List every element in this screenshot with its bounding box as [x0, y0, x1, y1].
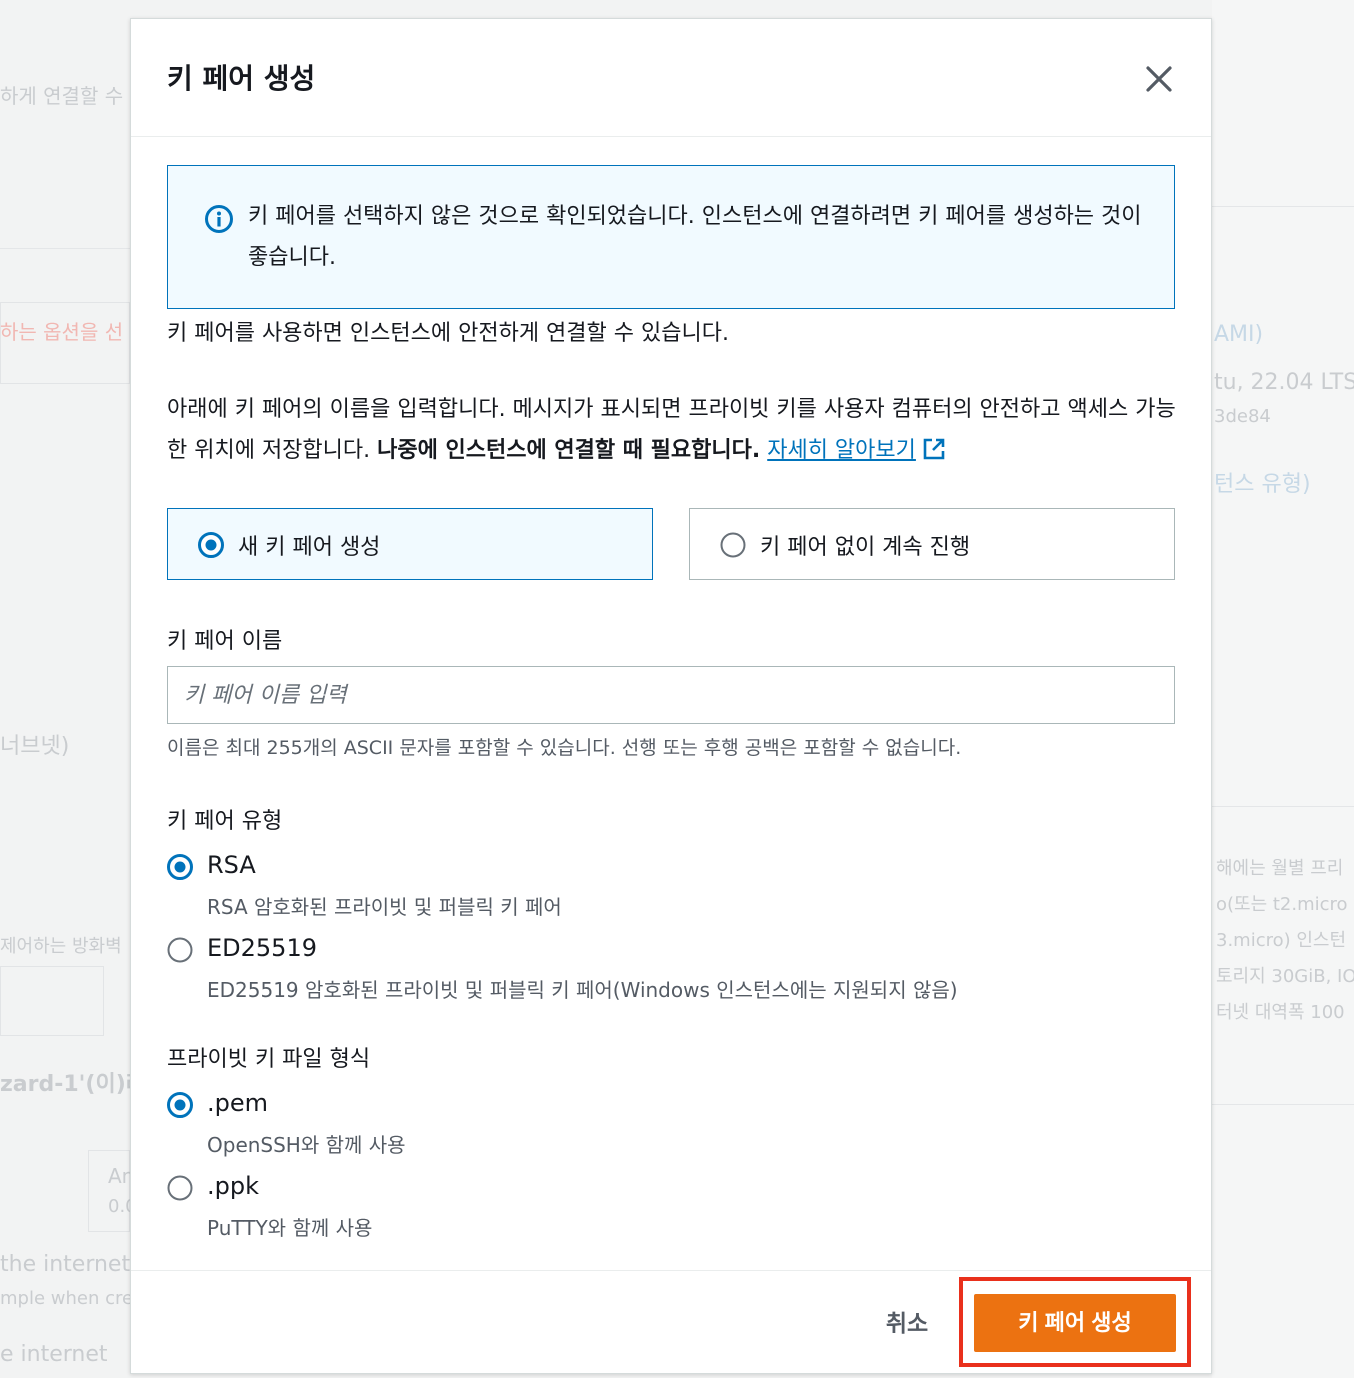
create-key-pair-modal: 키 페어 생성 키 페어를 선택하지 않은 것으로 확인되었습니다. 인스턴스에… — [130, 18, 1212, 1374]
radio-description: RSA 암호화된 프라이빗 및 퍼블릭 키 페어 — [207, 895, 562, 919]
background-text: AMI) — [1214, 322, 1264, 347]
radio-title: ED25519 — [207, 934, 317, 962]
instruction-bold: 나중에 인스턴스에 연결할 때 필요합니다. — [377, 438, 761, 463]
learn-more-link[interactable]: 자세히 알아보기 — [767, 438, 916, 463]
close-icon — [1146, 66, 1172, 92]
radio-selected-icon — [198, 532, 224, 558]
background-text: zard-1'(이)라 — [0, 1072, 147, 1097]
background-text: 너브넷) — [0, 734, 70, 759]
radio-description: OpenSSH와 함께 사용 — [207, 1133, 406, 1157]
radio-description: PuTTY와 함께 사용 — [207, 1216, 373, 1240]
background-divider — [0, 248, 130, 249]
radio-unselected-icon — [167, 937, 193, 963]
tile-label: 새 키 페어 생성 — [238, 535, 381, 560]
background-text: 터넷 대역폭 100 — [1216, 1002, 1345, 1023]
info-alert: 키 페어를 선택하지 않은 것으로 확인되었습니다. 인스턴스에 연결하려면 키… — [167, 165, 1175, 309]
tile-label: 키 페어 없이 계속 진행 — [760, 535, 971, 560]
radio-option-rsa[interactable]: RSA RSA 암호화된 프라이빗 및 퍼블릭 키 페어 — [167, 851, 1167, 921]
background-text: 턴스 유형) — [1214, 472, 1311, 497]
key-pair-type-label: 키 페어 유형 — [167, 809, 283, 834]
radio-title: .pem — [207, 1089, 269, 1117]
radio-title: .ppk — [207, 1172, 259, 1200]
background-text: 하게 연결할 수 — [0, 84, 124, 108]
modal-header: 키 페어 생성 — [131, 19, 1211, 137]
modal-title: 키 페어 생성 — [167, 62, 316, 95]
key-pair-name-label: 키 페어 이름 — [167, 629, 283, 654]
tile-continue-without-key-pair[interactable]: 키 페어 없이 계속 진행 — [689, 508, 1175, 580]
cancel-button[interactable]: 취소 — [857, 1301, 957, 1345]
radio-option-ppk[interactable]: .ppk PuTTY와 함께 사용 — [167, 1172, 1167, 1242]
radio-option-pem[interactable]: .pem OpenSSH와 함께 사용 — [167, 1089, 1167, 1159]
background-text: 토리지 30GiB, IO — [1216, 966, 1354, 987]
background-text: mple when cre — [0, 1288, 134, 1309]
background-text: e internet — [0, 1342, 108, 1367]
private-key-format-label: 프라이빗 키 파일 형식 — [167, 1047, 371, 1072]
radio-unselected-icon — [167, 1175, 193, 1201]
radio-selected-icon — [167, 1092, 193, 1118]
background-divider — [1212, 806, 1354, 807]
close-button[interactable] — [1139, 59, 1179, 99]
intro-text: 키 페어를 사용하면 인스턴스에 안전하게 연결할 수 있습니다. — [167, 321, 729, 346]
background-box — [88, 1150, 130, 1232]
background-text: 하는 옵션을 선 — [0, 320, 124, 344]
key-pair-name-input[interactable] — [167, 666, 1175, 724]
background-text: 3.micro) 인스턴 — [1216, 930, 1347, 951]
radio-unselected-icon — [720, 532, 746, 558]
key-pair-name-hint: 이름은 최대 255개의 ASCII 문자를 포함할 수 있습니다. 선행 또는… — [167, 737, 962, 759]
background-divider — [1212, 206, 1354, 207]
background-text: the internet — [0, 1252, 131, 1277]
create-key-pair-button[interactable]: 키 페어 생성 — [974, 1294, 1176, 1352]
radio-option-ed25519[interactable]: ED25519 ED25519 암호화된 프라이빗 및 퍼블릭 키 페어(Win… — [167, 934, 1167, 1004]
background-divider — [1212, 1104, 1354, 1105]
footer-divider — [131, 1270, 1211, 1271]
info-alert-text: 키 페어를 선택하지 않은 것으로 확인되었습니다. 인스턴스에 연결하려면 키… — [248, 204, 1142, 270]
background-text: tu, 22.04 LTS — [1214, 370, 1354, 395]
external-link-icon[interactable] — [922, 437, 946, 461]
background-box — [0, 966, 104, 1036]
background-text: o(또는 t2.micro — [1216, 894, 1348, 915]
radio-selected-icon — [167, 854, 193, 880]
background-text: 3de84 — [1214, 406, 1271, 427]
radio-title: RSA — [207, 851, 256, 879]
background-text: 제어하는 방화벽 — [0, 936, 122, 957]
background-text: 해에는 월별 프리 — [1216, 858, 1344, 879]
info-icon — [205, 205, 233, 233]
tile-create-new-key-pair[interactable]: 새 키 페어 생성 — [167, 508, 653, 580]
instruction-text: 아래에 키 페어의 이름을 입력합니다. 메시지가 표시되면 프라이빗 키를 사… — [167, 389, 1177, 471]
radio-description: ED25519 암호화된 프라이빗 및 퍼블릭 키 페어(Windows 인스턴… — [207, 978, 958, 1002]
